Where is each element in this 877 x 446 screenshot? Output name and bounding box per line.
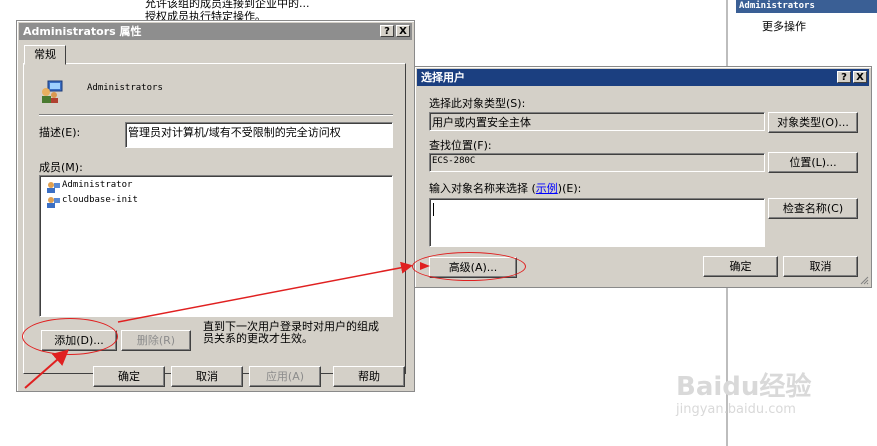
arrow-to-advanced [117, 261, 413, 323]
tab-general[interactable]: 常规 [24, 45, 66, 65]
watermark-brand: Baidu经验 [676, 372, 812, 402]
watermark-url: jingyan.baidu.com [676, 402, 796, 417]
advanced-arrowhead-icon [420, 262, 430, 270]
arrow-to-add [24, 349, 70, 389]
